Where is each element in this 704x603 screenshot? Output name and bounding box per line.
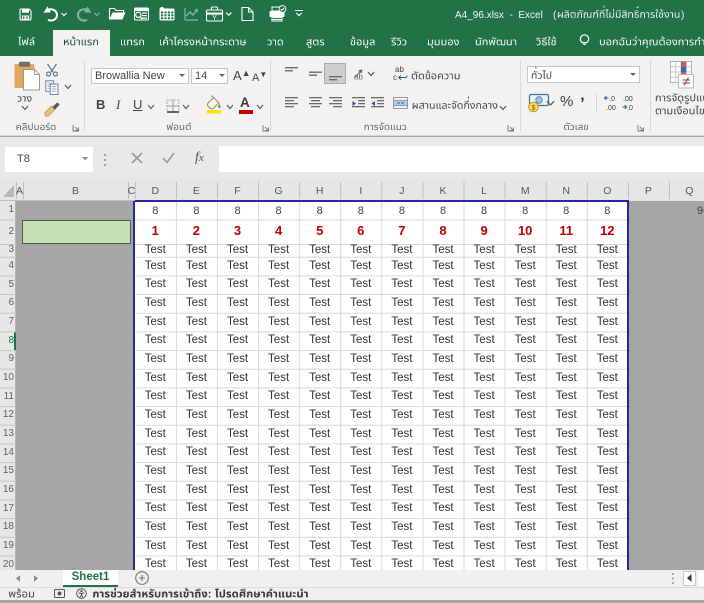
svg-text:c: c [393,73,397,82]
svg-text:ab: ab [354,73,363,81]
svg-text:.0: .0 [609,96,615,103]
svg-text:Y: Y [212,15,217,22]
svg-text:.00: .00 [606,105,616,112]
svg-text:$: $ [532,105,536,112]
svg-text:.0: .0 [627,105,633,112]
svg-text:.00: .00 [623,96,633,103]
